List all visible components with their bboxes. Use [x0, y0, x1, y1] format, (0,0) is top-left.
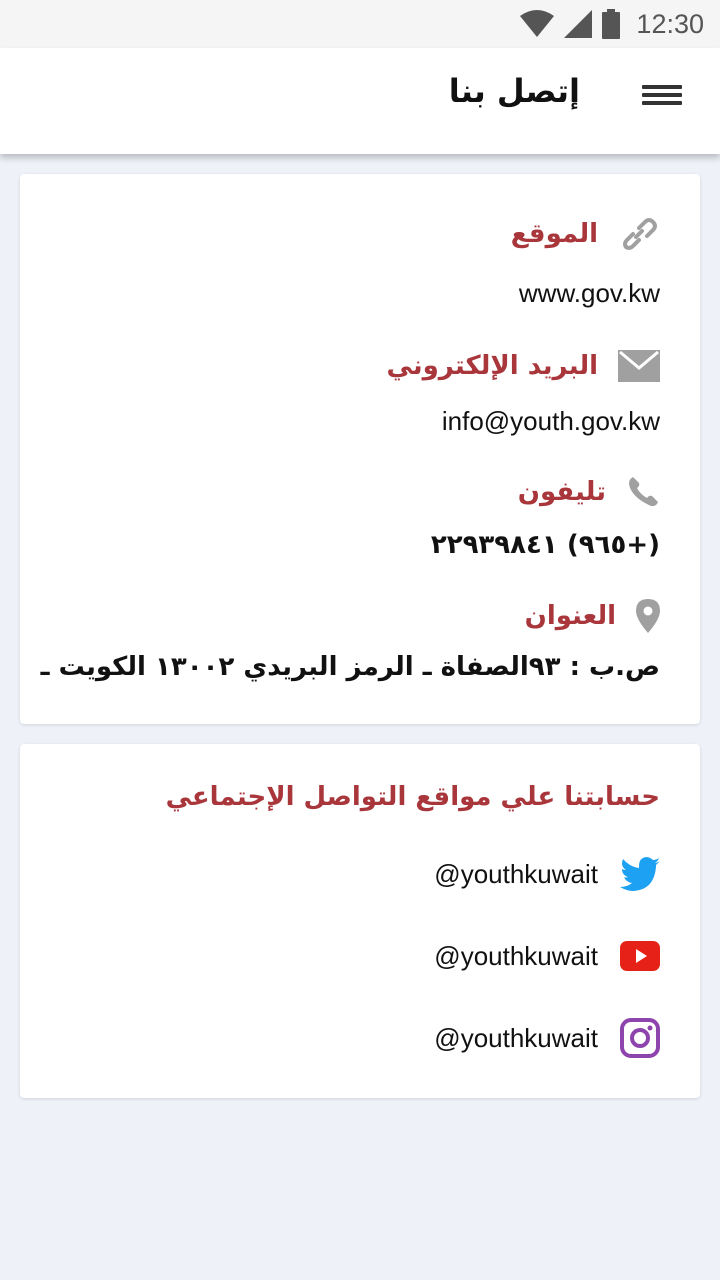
website-link[interactable]: www.gov.kw	[519, 278, 660, 309]
social-row-youtube[interactable]: @youthkuwait	[434, 934, 660, 978]
youtube-handle: @youthkuwait	[434, 940, 598, 971]
address-text: ص.ب : ٩٣الصفاة ـ الرمز البريدي ١٣٠٠٢ الك…	[40, 652, 660, 682]
phone-label-row: تليفون	[518, 470, 660, 514]
signal-icon	[564, 10, 593, 38]
status-time: 12:30	[636, 8, 704, 39]
website-label: الموقع	[510, 219, 598, 249]
contact-card: الموقع www.gov.kw البريد الإلكتروني info…	[20, 174, 700, 724]
page-title: إتصل بنا	[448, 72, 580, 110]
link-icon	[618, 213, 660, 255]
menu-icon-line	[642, 93, 682, 97]
social-card: حسابتنا علي مواقع التواصل الإجتماعي @you…	[20, 744, 700, 1098]
social-row-instagram[interactable]: @youthkuwait	[434, 1016, 660, 1060]
social-title: حسابتنا علي مواقع التواصل الإجتماعي	[165, 782, 660, 812]
phone-label: تليفون	[517, 477, 606, 507]
wifi-icon	[520, 10, 555, 38]
phone-number[interactable]: (+٩٦٥) ٢٢٩٣٩٨٤١	[431, 530, 660, 560]
email-label: البريد الإلكتروني	[386, 351, 598, 381]
envelope-icon	[618, 350, 660, 382]
menu-icon-line	[642, 85, 682, 89]
address-label: العنوان	[524, 601, 616, 631]
twitter-handle: @youthkuwait	[434, 858, 598, 889]
menu-button[interactable]	[642, 82, 682, 108]
social-row-twitter[interactable]: @youthkuwait	[434, 852, 660, 896]
website-label-row: الموقع	[511, 212, 660, 256]
instagram-handle: @youthkuwait	[434, 1022, 598, 1053]
address-label-row: العنوان	[525, 594, 660, 638]
email-label-row: البريد الإلكتروني	[387, 344, 660, 388]
battery-icon	[602, 9, 621, 39]
instagram-icon	[620, 1018, 660, 1058]
menu-icon-line	[642, 101, 682, 105]
phone-icon	[626, 475, 660, 509]
map-pin-icon	[636, 599, 660, 633]
app-bar: إتصل بنا	[0, 48, 720, 154]
status-bar: 12:30	[0, 0, 720, 48]
email-link[interactable]: info@youth.gov.kw	[442, 406, 660, 437]
youtube-icon	[620, 941, 660, 971]
twitter-icon	[620, 857, 660, 891]
